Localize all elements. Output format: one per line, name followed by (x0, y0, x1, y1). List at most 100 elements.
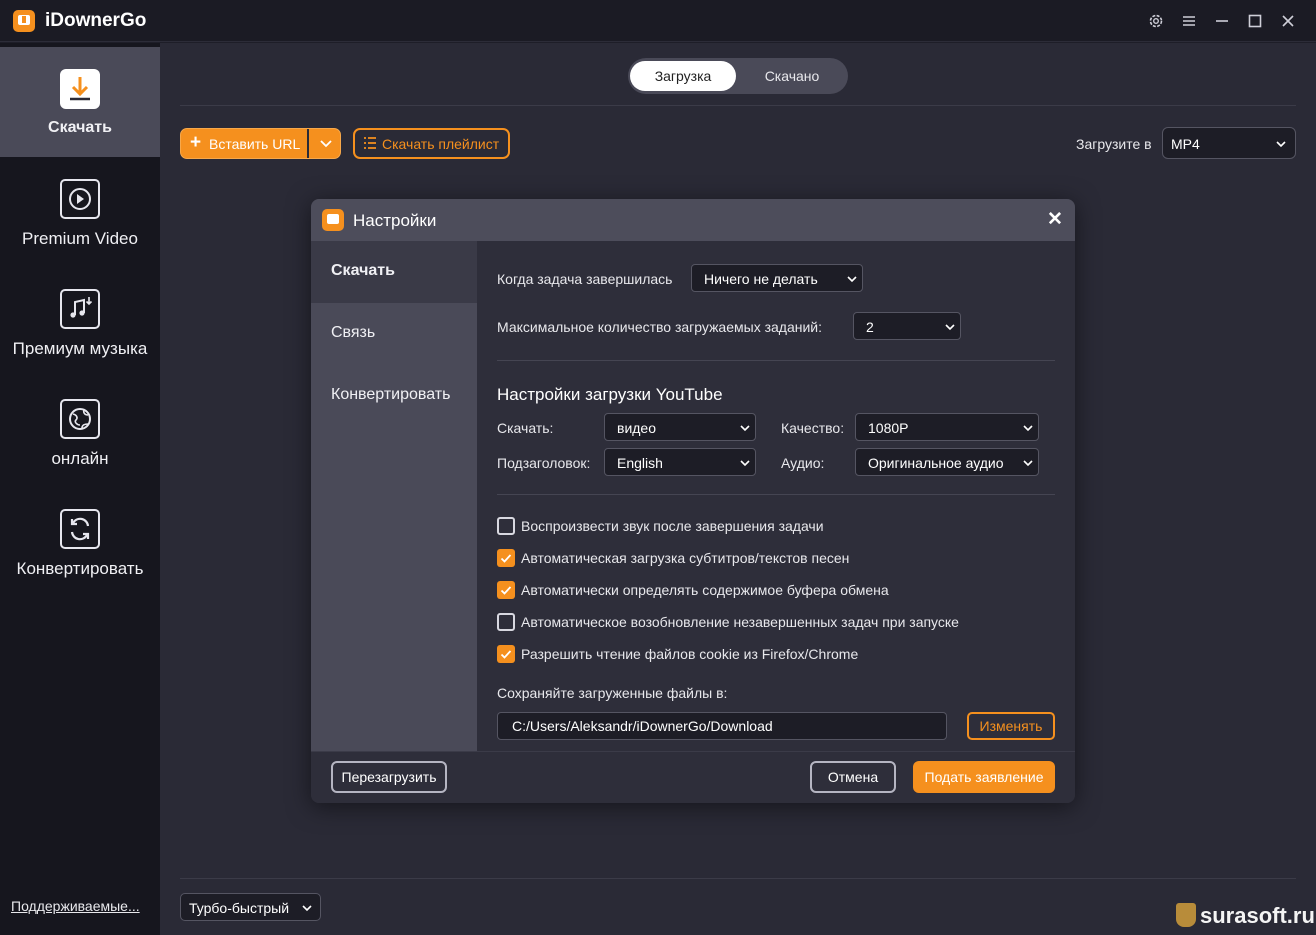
max-tasks-select[interactable]: 2 (853, 312, 961, 340)
settings-nav-connection[interactable]: Связь (311, 303, 477, 365)
subtitle-value: English (617, 455, 663, 471)
title-bar: iDownerGo (0, 0, 1316, 42)
watermark: surasoft.ru (1176, 903, 1315, 929)
divider (180, 878, 1296, 879)
tab-downloaded[interactable]: Скачано (738, 61, 846, 91)
chevron-down-icon (846, 272, 858, 284)
checkbox-auto-subtitles[interactable] (497, 549, 515, 567)
settings-nav: Скачать Связь Конвертировать (311, 241, 477, 751)
speed-value: Турбо-быстрый (189, 900, 290, 916)
app-logo-icon (322, 209, 344, 231)
cancel-label: Отмена (827, 769, 879, 785)
download-type-value: видео (617, 420, 656, 436)
nav-label: Связь (331, 324, 376, 341)
checkbox-play-sound[interactable] (497, 517, 515, 535)
change-path-label: Изменять (979, 718, 1043, 734)
checkbox-allow-cookies[interactable] (497, 645, 515, 663)
settings-nav-download[interactable]: Скачать (311, 241, 477, 303)
checkbox-label: Автоматическая загрузка субтитров/тексто… (521, 550, 850, 566)
task-done-value: Ничего не делать (704, 271, 818, 287)
audio-value: Оригинальное аудио (868, 455, 1004, 471)
download-playlist-button[interactable]: Скачать плейлист (353, 128, 510, 159)
max-tasks-value: 2 (866, 319, 874, 335)
close-icon[interactable] (1277, 10, 1299, 32)
quality-value: 1080P (868, 420, 909, 436)
sidebar-item-premium-video[interactable]: Premium Video (0, 157, 160, 267)
paste-url-label: Вставить URL (209, 136, 301, 152)
minimize-icon[interactable] (1211, 10, 1233, 32)
divider (497, 360, 1055, 361)
format-select[interactable]: MP4 (1162, 127, 1296, 159)
settings-nav-convert[interactable]: Конвертировать (311, 365, 477, 427)
save-path-label: Сохраняйте загруженные файлы в: (497, 685, 728, 701)
music-icon (60, 289, 100, 329)
max-tasks-label: Максимальное количество загружаемых зада… (497, 319, 823, 335)
download-type-select[interactable]: видео (604, 413, 756, 441)
checkbox-clipboard-detect[interactable] (497, 581, 515, 599)
menu-icon[interactable] (1178, 10, 1200, 32)
dialog-header: Настройки ✕ (311, 199, 1075, 241)
download-type-label: Скачать: (497, 420, 554, 436)
cancel-button[interactable]: Отмена (810, 761, 896, 793)
app-title: iDownerGo (45, 10, 147, 31)
close-icon[interactable]: ✕ (1047, 210, 1063, 230)
sidebar-item-premium-music[interactable]: Премиум музыка (0, 267, 160, 377)
apply-button[interactable]: Подать заявление (913, 761, 1055, 793)
quality-label: Качество: (781, 420, 845, 436)
crest-icon (1176, 903, 1196, 927)
watermark-text: surasoft.ru (1200, 903, 1315, 928)
play-icon (60, 179, 100, 219)
chevron-down-icon (739, 456, 751, 468)
nav-label: Конвертировать (331, 386, 451, 403)
apply-label: Подать заявление (924, 769, 1044, 785)
reset-button[interactable]: Перезагрузить (331, 761, 447, 793)
sidebar-item-online[interactable]: онлайн (0, 377, 160, 487)
save-path-input[interactable] (497, 712, 947, 740)
settings-content: Когда задача завершилась Ничего не делат… (477, 241, 1075, 751)
dialog-footer: Перезагрузить Отмена Подать заявление (311, 751, 1075, 803)
chevron-down-icon (1022, 456, 1034, 468)
task-done-select[interactable]: Ничего не делать (691, 264, 863, 292)
checkbox-label: Воспроизвести звук после завершения зада… (521, 518, 824, 534)
sidebar-item-label: Premium Video (22, 229, 138, 248)
sidebar-item-download[interactable]: Скачать (0, 47, 160, 157)
chevron-down-icon (1275, 137, 1287, 155)
settings-dialog: Настройки ✕ Скачать Связь Конвертировать… (311, 199, 1075, 803)
plus-icon: + (190, 132, 202, 153)
check-icon (500, 554, 512, 563)
subtitle-select[interactable]: English (604, 448, 756, 476)
audio-label: Аудио: (781, 455, 825, 471)
chevron-down-icon[interactable] (314, 133, 338, 153)
chevron-down-icon (301, 901, 313, 919)
quality-select[interactable]: 1080P (855, 413, 1039, 441)
supported-sites-link[interactable]: Поддерживаемые... (11, 898, 140, 914)
app-logo-icon (13, 10, 35, 32)
maximize-icon[interactable] (1244, 10, 1266, 32)
speed-select[interactable]: Турбо-быстрый (180, 893, 321, 921)
checkbox-label: Автоматически определять содержимое буфе… (521, 582, 889, 598)
chevron-down-icon (1022, 421, 1034, 433)
convert-icon (60, 509, 100, 549)
audio-select[interactable]: Оригинальное аудио (855, 448, 1039, 476)
format-label: Загрузите в (1076, 136, 1152, 152)
change-path-button[interactable]: Изменять (967, 712, 1055, 740)
checkbox-label: Разрешить чтение файлов cookie из Firefo… (521, 646, 859, 662)
sidebar-item-label: онлайн (51, 449, 109, 468)
tab-downloading[interactable]: Загрузка (630, 61, 736, 91)
sidebar-item-convert[interactable]: Конвертировать (0, 487, 160, 597)
divider (180, 105, 1296, 106)
paste-url-button[interactable]: + Вставить URL (180, 128, 341, 159)
gear-icon[interactable] (1145, 10, 1167, 32)
checkbox-label: Автоматическое возобновление незавершенн… (521, 614, 959, 630)
divider (497, 494, 1055, 495)
globe-icon (60, 399, 100, 439)
tab-switcher: Загрузка Скачано (628, 58, 848, 94)
checkbox-auto-resume[interactable] (497, 613, 515, 631)
list-icon (363, 136, 377, 150)
chevron-down-icon (739, 421, 751, 433)
download-playlist-label: Скачать плейлист (382, 136, 500, 152)
format-value: MP4 (1171, 136, 1200, 152)
check-icon (500, 586, 512, 595)
subtitle-label: Подзаголовок: (497, 455, 591, 471)
sidebar-item-label: Конвертировать (16, 559, 144, 578)
